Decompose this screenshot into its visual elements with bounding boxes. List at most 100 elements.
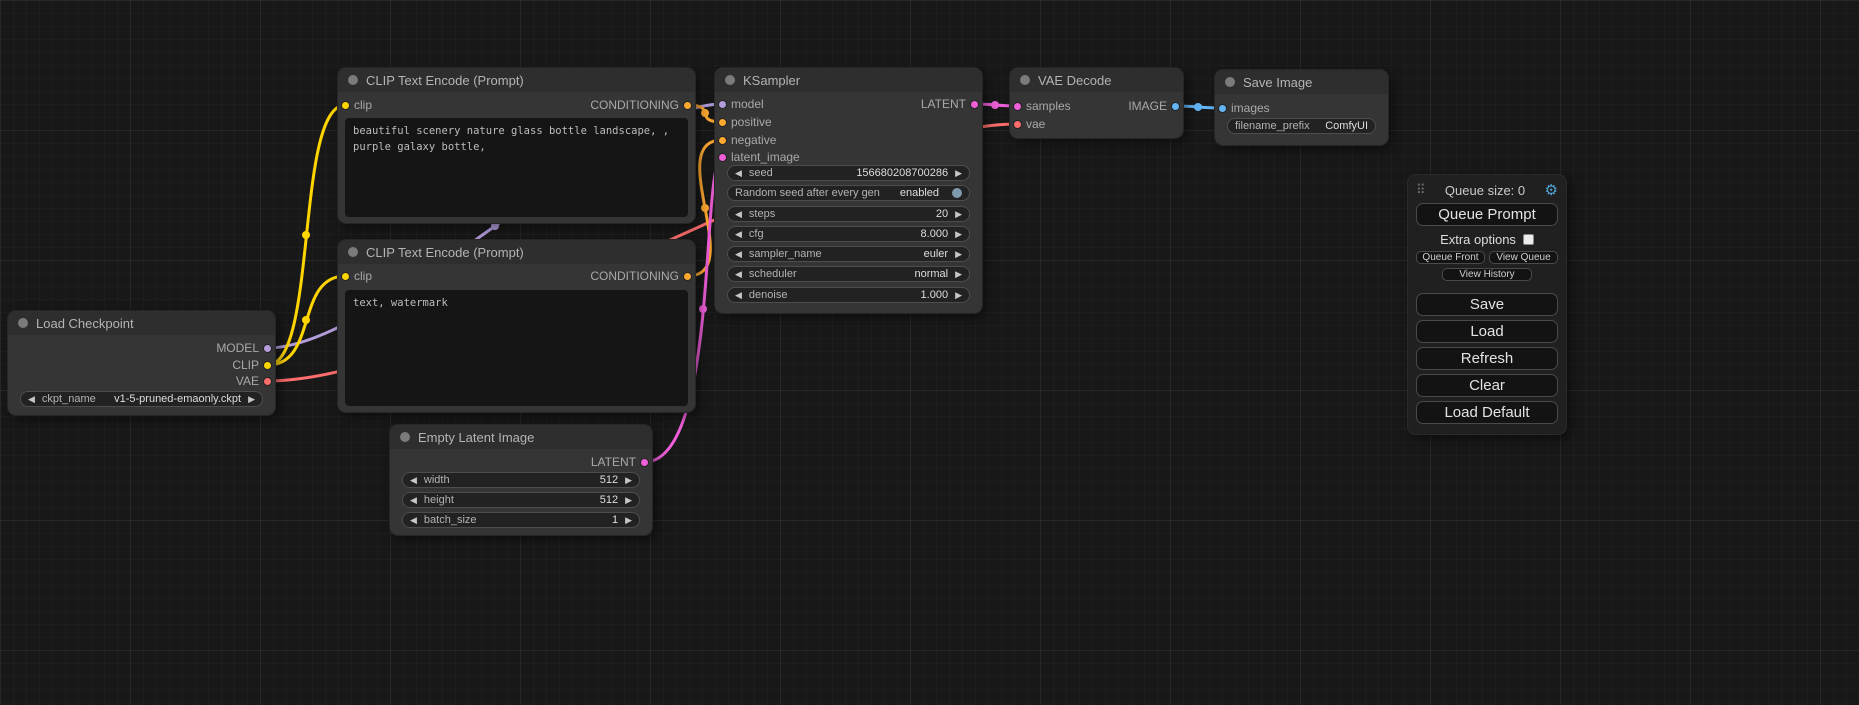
slot-dot-image[interactable] [1171, 102, 1180, 111]
collapse-dot[interactable] [18, 318, 28, 328]
arrow-right-icon[interactable]: ▶ [955, 207, 962, 221]
refresh-button[interactable]: Refresh [1416, 347, 1558, 370]
slot-dot-latent[interactable] [640, 458, 649, 467]
input-slot-positive: positive [715, 114, 772, 130]
widget-batch-size[interactable]: ◀ batch_size 1 ▶ [402, 512, 640, 528]
slot-label: VAE [236, 374, 259, 388]
view-history-button[interactable]: View History [1442, 268, 1533, 281]
collapse-dot[interactable] [725, 75, 735, 85]
slot-dot-conditioning[interactable] [718, 118, 727, 127]
node-graph-canvas[interactable]: Load Checkpoint MODEL CLIP VAE ◀ ckpt_na… [0, 0, 1859, 705]
view-queue-button[interactable]: View Queue [1489, 251, 1558, 264]
load-button[interactable]: Load [1416, 320, 1558, 343]
arrow-right-icon[interactable]: ▶ [955, 247, 962, 261]
queue-prompt-button[interactable]: Queue Prompt [1416, 203, 1558, 226]
slot-dot-model[interactable] [718, 100, 727, 109]
arrow-left-icon[interactable]: ◀ [735, 227, 742, 241]
arrow-left-icon[interactable]: ◀ [735, 207, 742, 221]
widget-sampler-name[interactable]: ◀ sampler_name euler ▶ [727, 246, 970, 262]
node-title-bar[interactable]: VAE Decode [1010, 68, 1183, 92]
arrow-left-icon[interactable]: ◀ [410, 473, 417, 487]
save-button[interactable]: Save [1416, 293, 1558, 316]
arrow-left-icon[interactable]: ◀ [735, 166, 742, 180]
collapse-dot[interactable] [1225, 77, 1235, 87]
slot-dot-vae[interactable] [263, 377, 272, 386]
slot-dot-model[interactable] [263, 344, 272, 353]
node-ksampler[interactable]: KSampler model positive negative latent_… [715, 68, 982, 313]
collapse-dot[interactable] [348, 75, 358, 85]
slot-dot-conditioning[interactable] [683, 272, 692, 281]
slot-dot-image[interactable] [1218, 104, 1227, 113]
input-slot-model: model [715, 96, 764, 112]
arrow-right-icon[interactable]: ▶ [955, 288, 962, 302]
arrow-left-icon[interactable]: ◀ [735, 247, 742, 261]
widget-seed[interactable]: ◀ seed 156680208700286 ▶ [727, 165, 970, 181]
node-empty-latent-image[interactable]: Empty Latent Image LATENT ◀ width 512 ▶ … [390, 425, 652, 535]
output-slot-image: IMAGE [1128, 98, 1183, 114]
arrow-right-icon[interactable]: ▶ [625, 493, 632, 507]
slot-dot-conditioning[interactable] [718, 136, 727, 145]
widget-label: seed [749, 167, 773, 179]
load-default-button[interactable]: Load Default [1416, 401, 1558, 424]
widget-value: euler [924, 248, 948, 260]
arrow-right-icon[interactable]: ▶ [955, 267, 962, 281]
widget-scheduler[interactable]: ◀ scheduler normal ▶ [727, 266, 970, 282]
node-clip-text-encode-positive[interactable]: CLIP Text Encode (Prompt) clip CONDITION… [338, 68, 695, 223]
slot-dot-clip[interactable] [263, 361, 272, 370]
widget-steps[interactable]: ◀ steps 20 ▶ [727, 206, 970, 222]
widget-value: 512 [600, 474, 618, 486]
link-midpoint-dot [302, 231, 310, 239]
node-title-bar[interactable]: Save Image [1215, 70, 1388, 94]
prompt-textarea[interactable]: text, watermark [345, 290, 688, 406]
arrow-left-icon[interactable]: ◀ [410, 513, 417, 527]
arrow-right-icon[interactable]: ▶ [625, 473, 632, 487]
widget-label: width [424, 474, 450, 486]
arrow-left-icon[interactable]: ◀ [410, 493, 417, 507]
collapse-dot[interactable] [400, 432, 410, 442]
collapse-dot[interactable] [1020, 75, 1030, 85]
widget-ckpt-name[interactable]: ◀ ckpt_name v1-5-pruned-emaonly.ckpt ▶ [20, 391, 263, 407]
slot-label: LATENT [921, 97, 966, 111]
node-vae-decode[interactable]: VAE Decode samples vae IMAGE [1010, 68, 1183, 138]
widget-value: 1.000 [921, 289, 949, 301]
slot-dot-conditioning[interactable] [683, 101, 692, 110]
node-load-checkpoint[interactable]: Load Checkpoint MODEL CLIP VAE ◀ ckpt_na… [8, 311, 275, 415]
queue-front-button[interactable]: Queue Front [1416, 251, 1485, 264]
node-title-bar[interactable]: Load Checkpoint [8, 311, 275, 335]
toggle-indicator[interactable] [952, 188, 962, 198]
slot-dot-latent[interactable] [718, 153, 727, 162]
widget-random-seed-toggle[interactable]: Random seed after every gen enabled [727, 185, 970, 201]
slot-dot-clip[interactable] [341, 101, 350, 110]
node-title-bar[interactable]: Empty Latent Image [390, 425, 652, 449]
arrow-left-icon[interactable]: ◀ [735, 267, 742, 281]
collapse-dot[interactable] [348, 247, 358, 257]
slot-dot-latent[interactable] [1013, 102, 1022, 111]
widget-cfg[interactable]: ◀ cfg 8.000 ▶ [727, 226, 970, 242]
widget-filename-prefix[interactable]: filename_prefix ComfyUI [1227, 118, 1376, 134]
slot-dot-vae[interactable] [1013, 120, 1022, 129]
arrow-right-icon[interactable]: ▶ [955, 166, 962, 180]
drag-handle-icon[interactable]: ⠿ [1416, 182, 1426, 198]
clear-button[interactable]: Clear [1416, 374, 1558, 397]
arrow-left-icon[interactable]: ◀ [28, 392, 35, 406]
input-slot-vae: vae [1010, 116, 1045, 132]
arrow-right-icon[interactable]: ▶ [955, 227, 962, 241]
node-save-image[interactable]: Save Image images filename_prefix ComfyU… [1215, 70, 1388, 145]
arrow-left-icon[interactable]: ◀ [735, 288, 742, 302]
node-title-bar[interactable]: CLIP Text Encode (Prompt) [338, 68, 695, 92]
widget-width[interactable]: ◀ width 512 ▶ [402, 472, 640, 488]
node-title-bar[interactable]: CLIP Text Encode (Prompt) [338, 240, 695, 264]
slot-dot-clip[interactable] [341, 272, 350, 281]
widget-value: v1-5-pruned-emaonly.ckpt [114, 393, 241, 405]
widget-denoise[interactable]: ◀ denoise 1.000 ▶ [727, 287, 970, 303]
node-clip-text-encode-negative[interactable]: CLIP Text Encode (Prompt) clip CONDITION… [338, 240, 695, 412]
gear-icon[interactable]: ⚙ [1545, 181, 1558, 199]
arrow-right-icon[interactable]: ▶ [625, 513, 632, 527]
link-midpoint-dot [302, 316, 310, 324]
extra-options-checkbox[interactable] [1523, 234, 1534, 245]
prompt-textarea[interactable]: beautiful scenery nature glass bottle la… [345, 118, 688, 217]
slot-dot-latent[interactable] [970, 100, 979, 109]
node-title-bar[interactable]: KSampler [715, 68, 982, 92]
arrow-right-icon[interactable]: ▶ [248, 392, 255, 406]
widget-height[interactable]: ◀ height 512 ▶ [402, 492, 640, 508]
